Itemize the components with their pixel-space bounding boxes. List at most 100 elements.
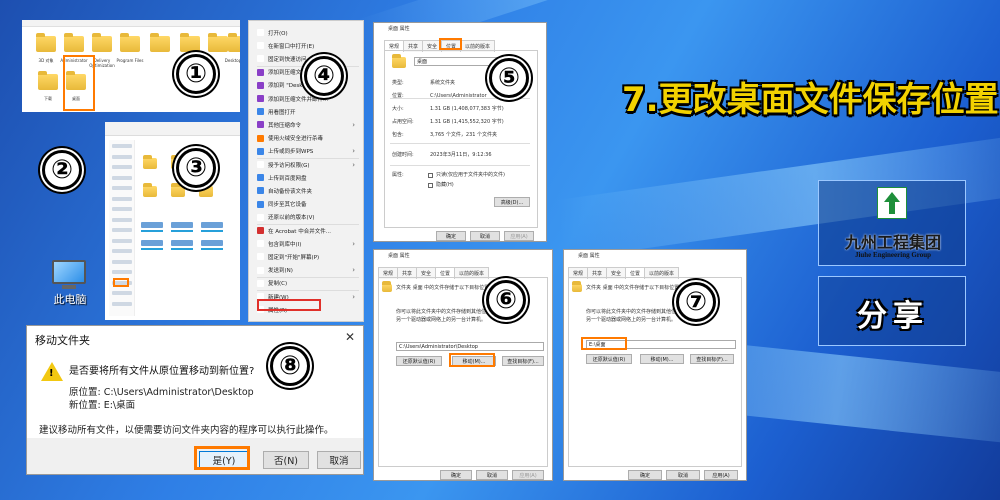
desktop-background: 7.更改桌面文件保存位置 九州工程集团 Jiuhe Engineering Gr… xyxy=(0,0,1000,500)
folder-icon[interactable] xyxy=(171,183,185,197)
nav-item[interactable] xyxy=(112,228,132,232)
nav-item[interactable] xyxy=(112,238,132,243)
menu-item-icon xyxy=(257,161,264,168)
cancel-button[interactable]: 取消 xyxy=(317,451,361,469)
menu-item[interactable]: 打开(O) xyxy=(257,27,359,38)
cancel-button[interactable]: 取消 xyxy=(476,470,508,480)
checkbox[interactable] xyxy=(428,173,433,178)
nav-item[interactable] xyxy=(112,175,132,180)
apply-button[interactable]: 应用(A) xyxy=(512,470,544,480)
menu-item[interactable]: 上传到百度网盘 xyxy=(257,172,359,183)
nav-item[interactable] xyxy=(112,291,132,295)
folder-label: Program Files xyxy=(116,58,144,63)
nav-item[interactable] xyxy=(112,165,132,169)
ok-button[interactable]: 确定 xyxy=(436,231,466,241)
menu-item[interactable]: 在新窗口中打开(E) xyxy=(257,40,359,51)
nav-item[interactable] xyxy=(112,144,132,148)
menu-item-label: 在 Acrobat 中合并文件... xyxy=(268,228,331,235)
menu-item-label: 其他压缩命令 xyxy=(268,122,302,129)
drive-icon[interactable] xyxy=(141,240,163,246)
nav-item[interactable] xyxy=(112,154,132,159)
highlight-desktop-nav xyxy=(113,278,129,287)
menu-item-label: 授予访问权限(G) xyxy=(268,162,310,169)
nav-item[interactable] xyxy=(112,259,132,264)
folder-icon[interactable] xyxy=(38,71,58,90)
company-logo-icon xyxy=(877,187,907,219)
folder-name-input[interactable]: 桌面 xyxy=(414,57,498,66)
menu-item[interactable]: 固定到"开始"屏幕(P) xyxy=(257,251,359,262)
location-path-input[interactable]: C:\Users\Administrator\Desktop xyxy=(396,342,544,351)
find-target-button[interactable]: 查找目标(F)... xyxy=(502,356,544,366)
nav-item[interactable] xyxy=(112,270,132,274)
move-button[interactable]: 移动(M)... xyxy=(640,354,684,364)
menu-item[interactable]: 复制(C) xyxy=(257,278,359,289)
menu-item-icon xyxy=(257,68,264,76)
menu-item-icon xyxy=(257,29,264,36)
folder-icon[interactable] xyxy=(143,183,157,197)
property-key: 类型: xyxy=(392,80,404,86)
menu-item[interactable]: 发送到(N) › xyxy=(257,265,359,276)
nav-item[interactable] xyxy=(112,249,132,253)
folder-icon[interactable] xyxy=(64,33,84,52)
folder-icon[interactable] xyxy=(92,33,112,52)
drive-icon[interactable] xyxy=(171,240,193,246)
apply-button[interactable]: 应用(A) xyxy=(504,231,534,241)
nav-item[interactable] xyxy=(112,217,132,222)
menu-item-label: 使用火绒安全进行杀毒 xyxy=(268,136,324,143)
menu-item[interactable]: 包含到库中(I) › xyxy=(257,238,359,249)
drive-icon[interactable] xyxy=(171,222,193,228)
cancel-button[interactable]: 取消 xyxy=(470,231,500,241)
cancel-button[interactable]: 取消 xyxy=(666,470,700,480)
folder-icon[interactable] xyxy=(199,183,213,197)
nav-item[interactable] xyxy=(112,186,132,190)
menu-item[interactable]: 其他压缩命令 › xyxy=(257,119,359,130)
menu-item[interactable]: 还原以前的版本(V) xyxy=(257,212,359,223)
folder-icon[interactable] xyxy=(180,33,200,52)
ok-button[interactable]: 确定 xyxy=(440,470,472,480)
nav-item[interactable] xyxy=(112,301,132,306)
no-button[interactable]: 否(N) xyxy=(263,451,309,469)
drive-icon[interactable] xyxy=(201,240,223,246)
drive-usage-bar xyxy=(171,248,193,250)
step-5-badge: ⑤ xyxy=(489,58,529,98)
nav-item[interactable] xyxy=(112,196,132,201)
monitor-stand xyxy=(62,285,76,289)
checkbox[interactable] xyxy=(428,183,433,188)
drive-usage-bar xyxy=(201,230,223,232)
menu-item[interactable]: 使用火绒安全进行杀毒 xyxy=(257,133,359,144)
folder-icon[interactable] xyxy=(120,33,140,52)
menu-item[interactable]: 添加到压缩文件并邮件... xyxy=(257,93,359,104)
menu-item[interactable]: 用看图打开 xyxy=(257,106,359,117)
find-target-button[interactable]: 查找目标(F)... xyxy=(690,354,734,364)
folder-icon[interactable] xyxy=(208,33,228,52)
restore-default-button[interactable]: 还原默认值(R) xyxy=(396,356,442,366)
move-question: 是否要将所有文件从原位置移动到新位置? xyxy=(69,366,255,377)
drive-icon[interactable] xyxy=(201,222,223,228)
folder-icon[interactable] xyxy=(36,33,56,52)
share-card[interactable]: 分享 xyxy=(818,276,966,346)
property-key: 占用空间: xyxy=(392,119,414,125)
this-pc-shortcut[interactable]: 此电脑 xyxy=(40,258,100,314)
menu-item[interactable]: 在 Acrobat 中合并文件... xyxy=(257,225,359,236)
menu-item[interactable]: 上传或同步到WPS › xyxy=(257,146,359,157)
folder-icon xyxy=(572,281,582,292)
drive-icon[interactable] xyxy=(141,222,163,228)
menu-item[interactable]: 授予访问权限(G) › xyxy=(257,159,359,170)
chevron-right-icon: › xyxy=(352,266,355,275)
menu-item[interactable]: 同步至其它设备 xyxy=(257,199,359,210)
property-value: 2023年3月11日，9:12:36 xyxy=(430,152,492,158)
ok-button[interactable]: 确定 xyxy=(628,470,662,480)
folder-icon[interactable] xyxy=(150,33,170,52)
folder-icon[interactable] xyxy=(228,33,240,52)
restore-default-button[interactable]: 还原默认值(R) xyxy=(586,354,632,364)
menu-item-label: 在新窗口中打开(E) xyxy=(268,43,315,50)
menu-item[interactable]: 自动备份该文件夹 xyxy=(257,185,359,196)
nav-item[interactable] xyxy=(112,207,132,211)
advanced-button[interactable]: 高级(D)... xyxy=(494,197,530,207)
close-icon[interactable]: ✕ xyxy=(345,330,355,344)
apply-button[interactable]: 应用(A) xyxy=(704,470,738,480)
drive-usage-bar xyxy=(141,248,163,250)
step-2-badge: ② xyxy=(42,150,82,190)
monitor-icon xyxy=(52,260,86,284)
folder-icon[interactable] xyxy=(143,155,157,169)
